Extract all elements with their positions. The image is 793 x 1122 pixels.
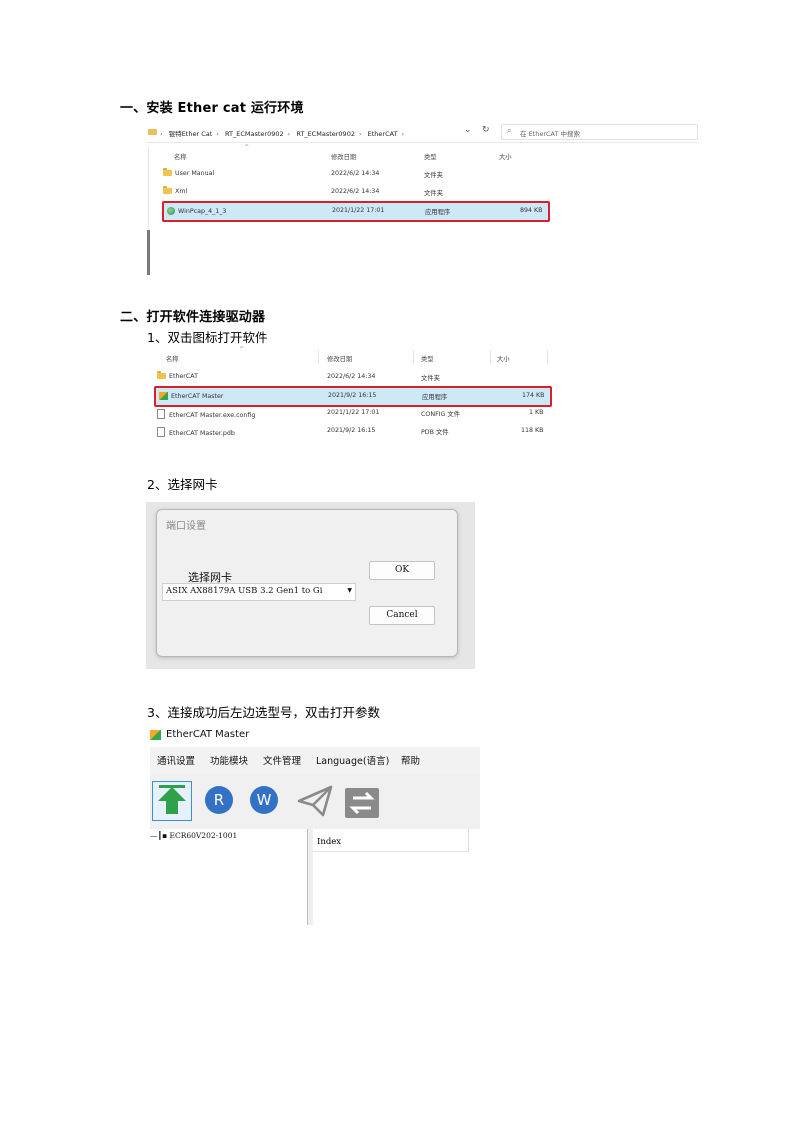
winpcap-app-icon (167, 207, 175, 215)
menu-comm-settings[interactable]: 通讯设置 (157, 753, 195, 767)
breadcrumb-prefix: › (160, 130, 163, 138)
breadcrumb-item[interactable]: RT_ECMaster0902 (225, 130, 284, 138)
file-date: 2021/1/22 17:01 (332, 207, 385, 214)
folder-icon (148, 129, 157, 135)
window-title: EtherCAT Master (166, 729, 250, 740)
file-name: EtherCAT Master.pdb (169, 430, 235, 437)
file-explorer-2: 名称 ^ 修改日期 类型 大小 EtherCAT 2022/6/2 14:34 … (150, 346, 552, 440)
file-name: Xml (175, 188, 188, 195)
breadcrumb-item[interactable]: RT_ECMaster0902 (296, 130, 355, 138)
file-row-selected[interactable]: WinPcap_4_1_3 2021/1/22 17:01 应用程序 894 K… (162, 201, 550, 222)
file-row[interactable]: EtherCAT Master.exe.config 2021/1/22 17:… (157, 405, 549, 421)
file-name: WinPcap_4_1_3 (178, 208, 227, 215)
step1-text: 1、双击图标打开软件 (147, 330, 268, 345)
file-row[interactable]: User Manual 2022/6/2 14:34 文件夹 (163, 166, 548, 182)
search-icon: ⌕ (507, 126, 512, 135)
file-row[interactable]: EtherCAT 2022/6/2 14:34 文件夹 (157, 369, 549, 385)
menu-bar: 通讯设置 功能模块 文件管理 Language(语言) 帮助 (150, 747, 480, 774)
file-explorer-1: › 锟特Ether Cat › RT_ECMaster0902 › RT_ECMas… (146, 122, 698, 275)
file-date: 2022/6/2 14:34 (327, 373, 376, 380)
refresh-icon[interactable]: ↻ (482, 125, 490, 135)
file-name: User Manual (175, 170, 215, 177)
file-type: CONFIG 文件 (421, 411, 461, 418)
upload-arrow-icon[interactable] (152, 781, 192, 821)
ethercat-master-window: EtherCAT Master 通讯设置 功能模块 文件管理 Language(… (150, 727, 480, 927)
file-date: 2022/6/2 14:34 (331, 188, 380, 195)
file-row[interactable]: EtherCAT Master.pdb 2021/9/2 16:15 PDB 文… (157, 423, 549, 439)
adapter-select[interactable]: ASIX AX88179A USB 3.2 Gen1 to Gi ▼ (162, 583, 356, 601)
port-settings-screenshot: 端口设置 选择网卡 ASIX AX88179A USB 3.2 Gen1 to … (146, 502, 475, 669)
grid-header[interactable]: Index (313, 829, 469, 852)
file-date: 2021/9/2 16:15 (328, 392, 377, 399)
file-type: 文件夹 (424, 190, 443, 197)
write-icon[interactable]: W (250, 786, 278, 814)
ethercat-app-icon (150, 730, 161, 740)
read-icon[interactable]: R (205, 786, 233, 814)
chevron-down-icon[interactable]: ▼ (347, 587, 352, 594)
send-icon[interactable] (296, 784, 334, 822)
tree-node-label: ECR60V202-1001 (169, 831, 238, 840)
breadcrumb: › 锟特Ether Cat › RT_ECMaster0902 › RT_ECMas… (160, 130, 405, 138)
file-type: 应用程序 (425, 209, 451, 216)
toolbar: R W (150, 774, 480, 829)
ok-button[interactable]: OK (369, 561, 435, 580)
file-row[interactable]: Xml 2022/6/2 14:34 文件夹 (163, 184, 548, 200)
section1-heading: 一、安装 Ether cat 运行环境 (120, 101, 304, 116)
swap-icon[interactable] (345, 788, 379, 818)
adapter-select-value: ASIX AX88179A USB 3.2 Gen1 to Gi (166, 586, 323, 596)
file-name: EtherCAT Master.exe.config (169, 412, 256, 419)
column-header-size[interactable]: 大小 (497, 354, 510, 363)
dialog-title: 端口设置 (166, 521, 206, 532)
port-settings-dialog: 端口设置 选择网卡 ASIX AX88179A USB 3.2 Gen1 to … (156, 509, 458, 657)
file-date: 2021/1/22 17:01 (327, 409, 380, 416)
step3-text: 3、连接成功后左边选型号，双击打开参数 (147, 705, 380, 720)
parameter-grid: Index (313, 829, 480, 925)
ethercat-app-icon (159, 392, 168, 400)
file-size: 894 KB (520, 207, 543, 214)
menu-language[interactable]: Language(语言) (316, 753, 389, 767)
cancel-button[interactable]: Cancel (369, 606, 435, 625)
device-tree: —┃▪ ECR60V202-1001 (150, 829, 307, 925)
column-header-date[interactable]: 修改日期 (327, 354, 352, 363)
file-name: EtherCAT Master (171, 393, 224, 400)
breadcrumb-item[interactable]: 锟特Ether Cat (169, 130, 213, 138)
file-icon (157, 427, 165, 437)
file-size: 1 KB (529, 409, 544, 416)
column-header-date[interactable]: 修改日期 (331, 152, 356, 161)
breadcrumb-item[interactable]: EtherCAT (368, 130, 398, 138)
file-type: PDB 文件 (421, 429, 449, 436)
sort-caret-icon: ^ (244, 144, 250, 151)
file-type: 应用程序 (422, 394, 448, 401)
search-input[interactable]: ⌕ 在 EtherCAT 中搜索 (501, 124, 698, 140)
folder-icon (163, 186, 172, 194)
file-icon (157, 409, 165, 419)
sort-caret-icon: ^ (239, 346, 245, 353)
file-type: 文件夹 (421, 375, 440, 382)
tree-node-device[interactable]: —┃▪ ECR60V202-1001 (150, 831, 237, 840)
file-size: 174 KB (522, 392, 545, 399)
file-date: 2022/6/2 14:34 (331, 170, 380, 177)
menu-help[interactable]: 帮助 (401, 753, 420, 767)
grid-header-index: Index (317, 837, 342, 847)
column-header-type[interactable]: 类型 (421, 354, 434, 363)
search-placeholder: 在 EtherCAT 中搜索 (520, 130, 581, 138)
menu-function-modules[interactable]: 功能模块 (210, 753, 248, 767)
address-bar[interactable]: › 锟特Ether Cat › RT_ECMaster0902 › RT_ECMas… (146, 122, 698, 143)
column-header-name[interactable]: 名称 (166, 354, 179, 363)
menu-file-management[interactable]: 文件管理 (263, 753, 301, 767)
folder-icon (157, 371, 166, 379)
step2-text: 2、选择网卡 (147, 477, 218, 492)
section2-heading: 二、打开软件连接驱动器 (120, 310, 266, 325)
column-header-type[interactable]: 类型 (424, 152, 437, 161)
file-name: EtherCAT (169, 373, 198, 380)
file-date: 2021/9/2 16:15 (327, 427, 376, 434)
file-row-selected[interactable]: EtherCAT Master 2021/9/2 16:15 应用程序 174 … (154, 386, 552, 407)
folder-icon (163, 168, 172, 176)
file-type: 文件夹 (424, 172, 443, 179)
chevron-down-icon[interactable]: ⌄ (464, 125, 472, 135)
file-size: 118 KB (521, 427, 544, 434)
column-header-size[interactable]: 大小 (499, 152, 512, 161)
column-header-name[interactable]: 名称 (174, 152, 187, 161)
